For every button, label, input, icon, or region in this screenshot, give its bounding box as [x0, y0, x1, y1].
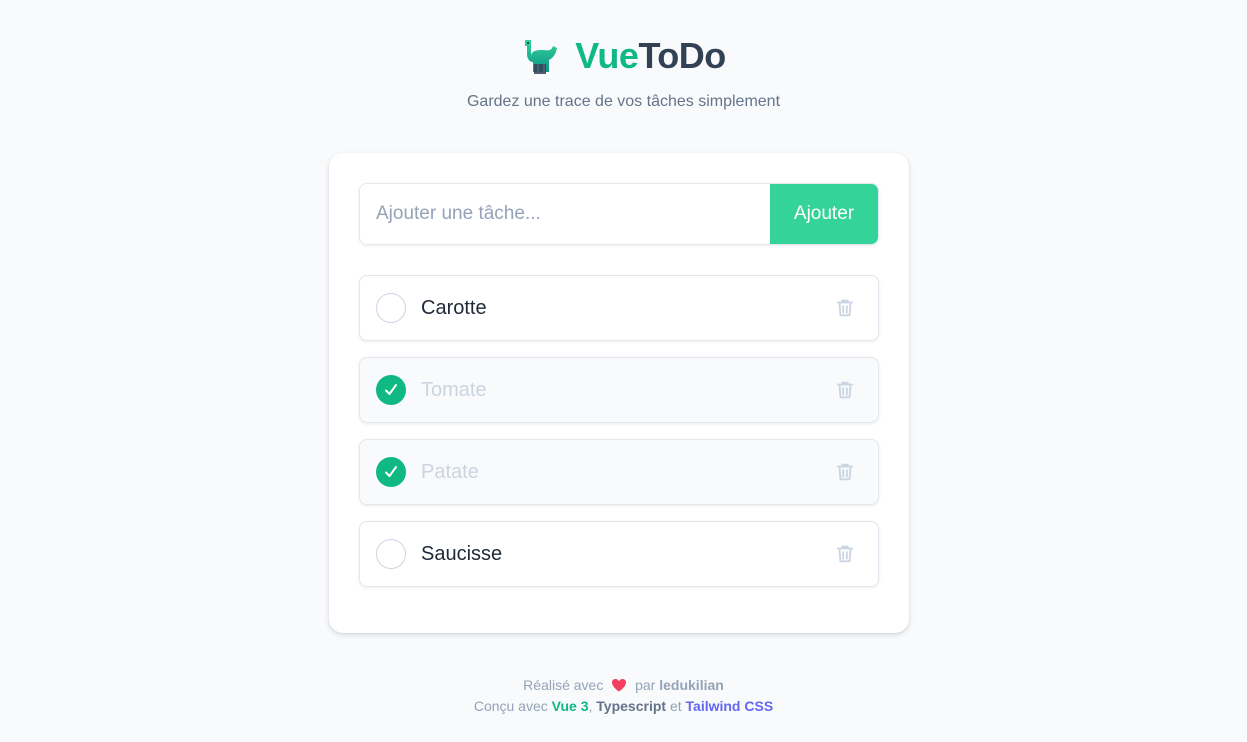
- footer-comma: ,: [588, 698, 593, 714]
- typescript-link[interactable]: Typescript: [596, 698, 666, 714]
- todo-checkbox[interactable]: [376, 293, 406, 323]
- heart-icon: [612, 679, 627, 692]
- todo-item: Saucisse: [359, 521, 879, 587]
- todo-label: Carotte: [421, 296, 487, 319]
- todo-checkbox[interactable]: [376, 457, 406, 487]
- todo-label: Saucisse: [421, 542, 503, 565]
- task-input[interactable]: [360, 184, 770, 244]
- todo-item: Tomate: [359, 357, 879, 423]
- todo-card: Ajouter Carotte Tomate Patate: [329, 153, 909, 633]
- author-link[interactable]: ledukilian: [659, 677, 724, 693]
- todo-label: Tomate: [421, 378, 487, 401]
- tailwind-link[interactable]: Tailwind CSS: [686, 698, 774, 714]
- add-button[interactable]: Ajouter: [770, 184, 878, 244]
- footer-and: et: [669, 698, 682, 714]
- brand: VueToDo: [521, 34, 726, 78]
- todo-checkbox[interactable]: [376, 375, 406, 405]
- app-title-todo: ToDo: [638, 35, 726, 76]
- header: VueToDo Gardez une trace de vos tâches s…: [0, 34, 1247, 111]
- trash-icon[interactable]: [834, 297, 856, 319]
- add-task-form: Ajouter: [359, 183, 879, 245]
- todo-list: Carotte Tomate Patate Saucisse: [359, 275, 879, 603]
- vue-link[interactable]: Vue 3: [552, 698, 589, 714]
- todo-item: Patate: [359, 439, 879, 505]
- subtitle: Gardez une trace de vos tâches simplemen…: [466, 93, 781, 110]
- footer-made-with: Réalisé avec: [523, 677, 604, 693]
- checkmark-icon: [385, 466, 397, 477]
- trash-icon[interactable]: [834, 543, 856, 565]
- app-title-vue: Vue: [575, 35, 639, 76]
- dinosaur-icon: [525, 40, 558, 74]
- checkmark-icon: [385, 384, 397, 395]
- todo-label: Patate: [421, 460, 479, 483]
- footer-by: par: [635, 677, 656, 693]
- todo-item: Carotte: [359, 275, 879, 341]
- app-title: VueToDo: [575, 35, 726, 77]
- footer: Réalisé avec par ledukilian Conçu avec V…: [0, 675, 1247, 717]
- footer-built-with: Conçu avec: [473, 698, 548, 714]
- footer-line-tech: Conçu avec Vue 3, Typescript et Tailwind…: [0, 696, 1247, 717]
- footer-line-credits: Réalisé avec par ledukilian: [0, 675, 1247, 696]
- todo-checkbox[interactable]: [376, 539, 406, 569]
- trash-icon[interactable]: [834, 461, 856, 483]
- trash-icon[interactable]: [834, 379, 856, 401]
